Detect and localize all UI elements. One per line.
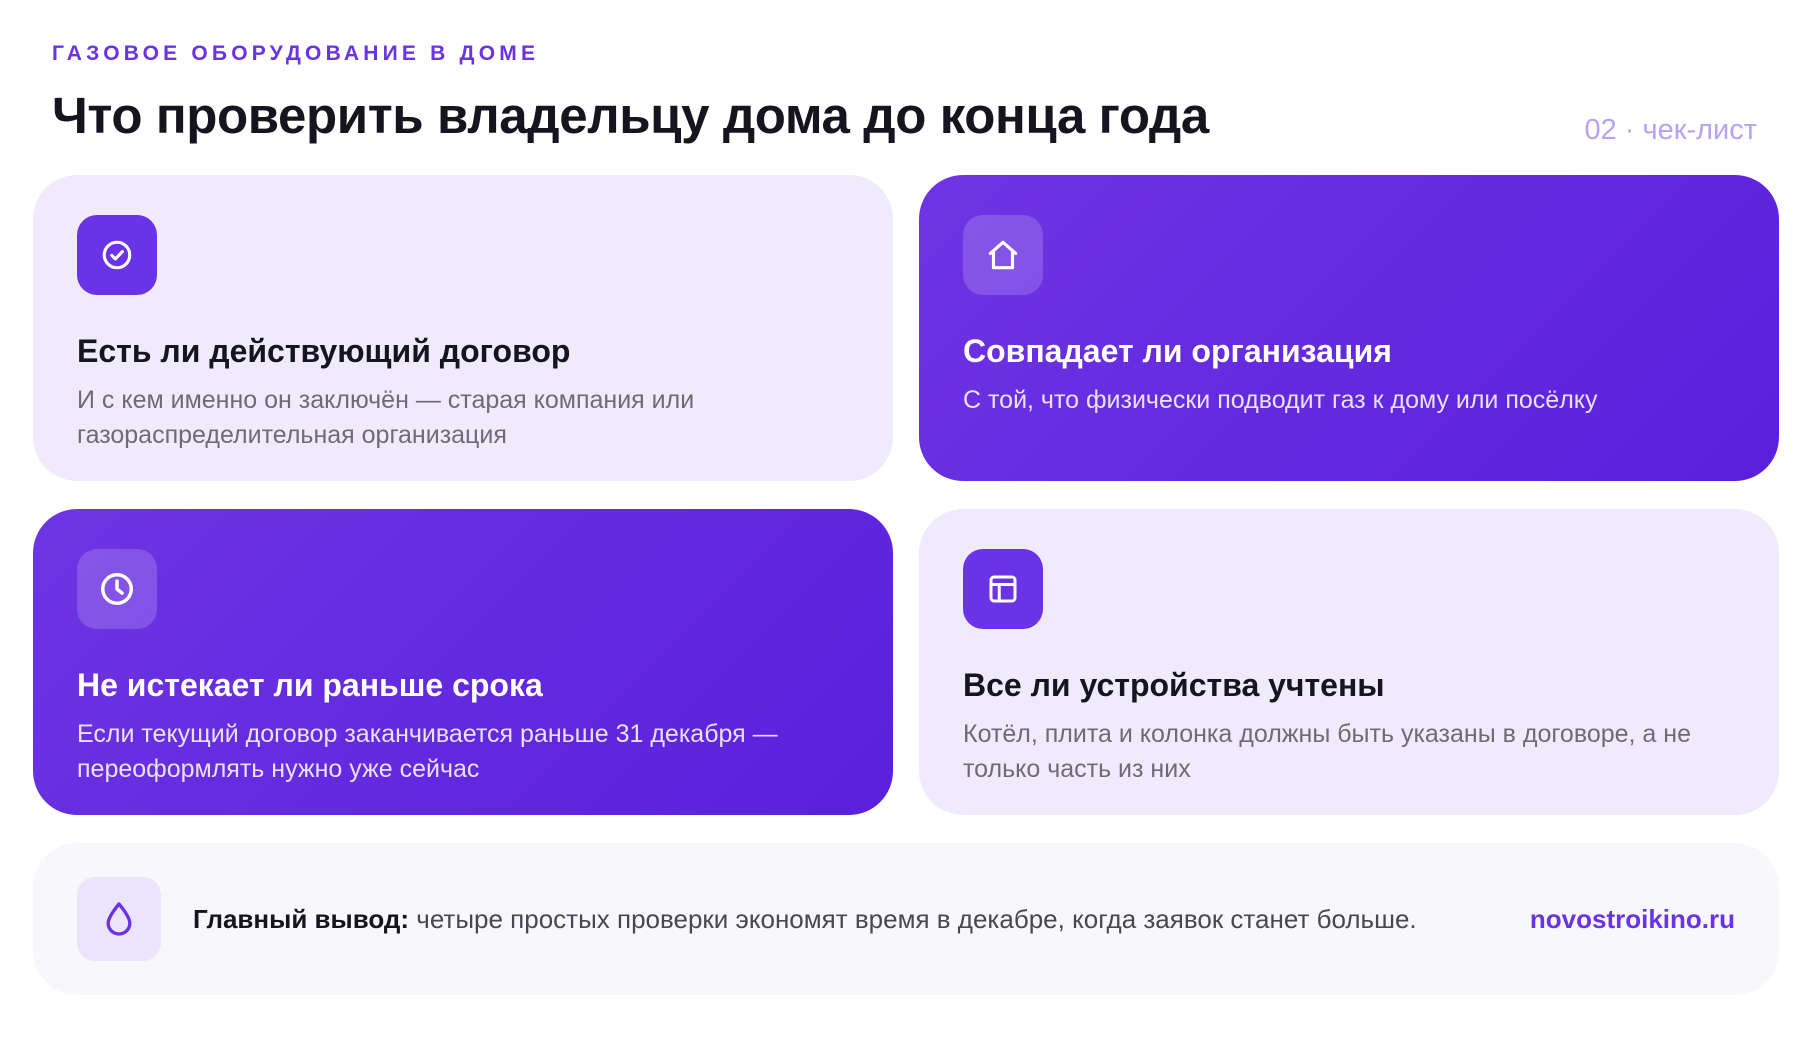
conclusion-text: Главный вывод: четыре простых проверки э…: [193, 843, 1417, 995]
conclusion-body: четыре простых проверки экономят время в…: [409, 903, 1417, 934]
site-link[interactable]: novostroikino.ru: [1530, 843, 1735, 995]
clock-icon: [77, 549, 157, 629]
conclusion-bar: Главный вывод: четыре простых проверки э…: [33, 843, 1779, 995]
card-description: Котёл, плита и колонка должны быть указа…: [963, 720, 1691, 783]
check-circle-icon: [77, 215, 157, 295]
home-icon: [963, 215, 1043, 295]
page-title: Что проверить владельцу дома до конца го…: [52, 87, 1209, 144]
checklist-card-contract: Есть ли действующий договор И с кем имен…: [33, 175, 893, 481]
conclusion-label: Главный вывод:: [193, 903, 410, 934]
checklist-card-devices: Все ли устройства учтены Котёл, плита и …: [919, 509, 1779, 815]
card-title: Не истекает ли раньше срока: [77, 667, 543, 703]
layout-icon: [963, 549, 1043, 629]
page-indicator: 02 · чек-лист: [1584, 114, 1757, 146]
drop-icon: [77, 877, 161, 961]
section-kicker: ГАЗОВОЕ ОБОРУДОВАНИЕ В ДОМЕ: [52, 42, 540, 65]
card-description: С той, что физически подводит газ к дому…: [963, 386, 1598, 414]
card-description: И с кем именно он заключён — старая комп…: [77, 386, 695, 449]
checklist-card-organization: Совпадает ли организация С той, что физи…: [919, 175, 1779, 481]
card-description: Если текущий договор заканчивается раньш…: [77, 720, 778, 783]
card-title: Есть ли действующий договор: [77, 333, 571, 369]
checklist-card-deadline: Не истекает ли раньше срока Если текущий…: [33, 509, 893, 815]
card-title: Все ли устройства учтены: [963, 667, 1385, 703]
card-title: Совпадает ли организация: [963, 333, 1392, 369]
